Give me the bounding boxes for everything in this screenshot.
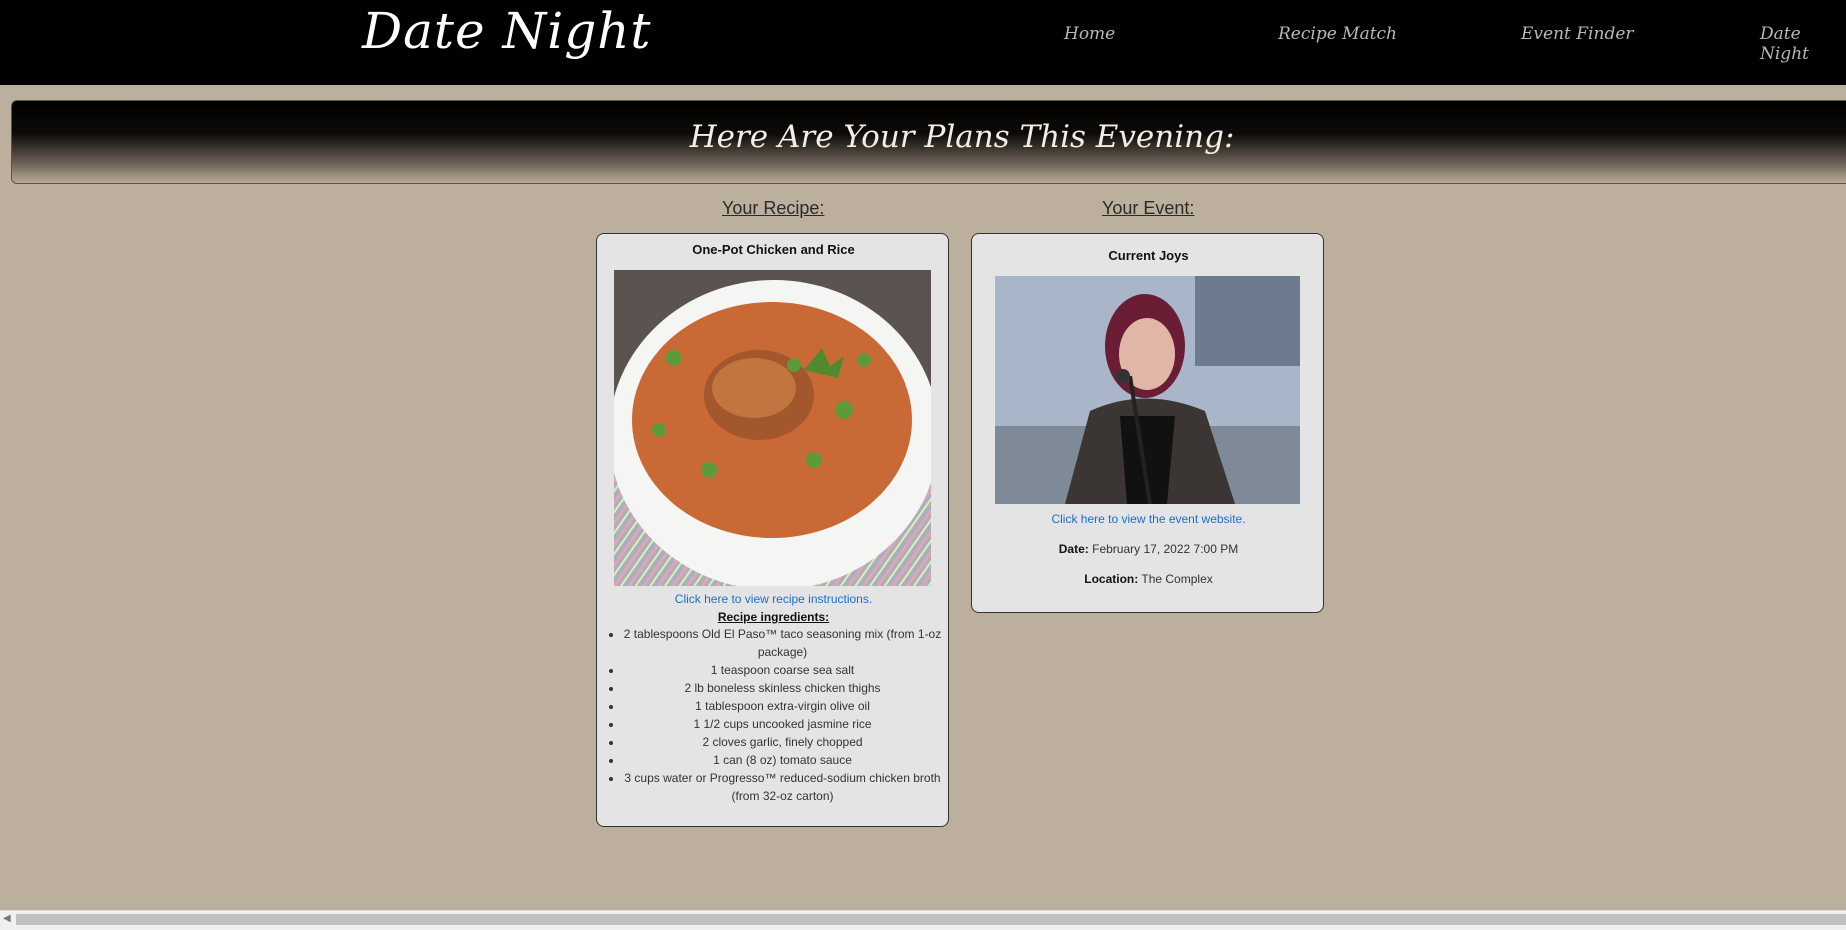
- event-website-link[interactable]: Click here to view the event website.: [972, 512, 1325, 526]
- recipe-photo: [614, 270, 931, 586]
- event-date: Date: February 17, 2022 7:00 PM: [972, 542, 1325, 556]
- banner-title: Here Are Your Plans This Evening:: [689, 119, 1235, 155]
- event-card: Current Joys Click here to view the even…: [971, 233, 1324, 613]
- ingredients-heading: Recipe ingredients:: [717, 610, 830, 624]
- list-item: 1 teaspoon coarse sea salt: [623, 661, 942, 679]
- list-item: 2 cloves garlic, finely chopped: [623, 733, 942, 751]
- scrollbar-thumb[interactable]: [16, 914, 1846, 925]
- event-title: Current Joys: [1108, 248, 1189, 263]
- recipe-instructions-link[interactable]: Click here to view recipe instructions.: [597, 592, 950, 606]
- site-logo[interactable]: Date Night: [362, 2, 652, 60]
- list-item: 3 cups water or Progresso™ reduced-sodiu…: [623, 769, 942, 805]
- list-item: 2 lb boneless skinless chicken thighs: [623, 679, 942, 697]
- event-heading: Your Event:: [1102, 198, 1195, 218]
- recipe-card: One-Pot Chicken and Rice Click here to v…: [596, 233, 949, 827]
- location-label: Location:: [1084, 572, 1139, 586]
- location-value: The Complex: [1141, 572, 1213, 586]
- list-item: 1 1/2 cups uncooked jasmine rice: [623, 715, 942, 733]
- nav-link-recipe-match[interactable]: Recipe Match: [1278, 24, 1397, 44]
- event-location: Location: The Complex: [972, 572, 1325, 586]
- nav-link-event-finder[interactable]: Event Finder: [1521, 24, 1634, 44]
- list-item: 1 can (8 oz) tomato sauce: [623, 751, 942, 769]
- scroll-left-icon[interactable]: ◀: [3, 913, 11, 924]
- horizontal-scrollbar[interactable]: ◀: [0, 910, 1846, 930]
- event-photo: [995, 276, 1300, 504]
- plans-banner: Here Are Your Plans This Evening:: [11, 100, 1846, 184]
- list-item: 2 tablespoons Old El Paso™ taco seasonin…: [623, 625, 942, 661]
- nav-link-home[interactable]: Home: [1064, 24, 1115, 44]
- recipe-heading: Your Recipe:: [722, 198, 825, 218]
- top-navbar: Date Night Home Recipe Match Event Finde…: [0, 0, 1846, 85]
- date-label: Date:: [1058, 542, 1089, 556]
- date-value: February 17, 2022 7:00 PM: [1092, 542, 1239, 556]
- nav-link-date-night[interactable]: Date Night: [1760, 24, 1846, 64]
- ingredients-list: 2 tablespoons Old El Paso™ taco seasonin…: [597, 625, 950, 805]
- recipe-title: One-Pot Chicken and Rice: [692, 242, 855, 257]
- list-item: 1 tablespoon extra-virgin olive oil: [623, 697, 942, 715]
